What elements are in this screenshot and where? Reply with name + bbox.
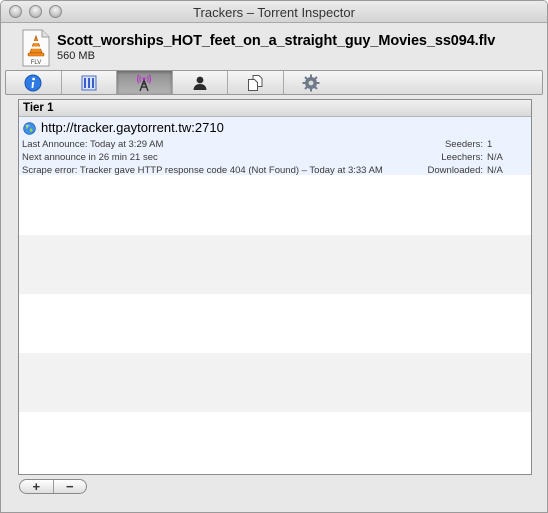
tracker-row[interactable]: http://tracker.gaytorrent.tw:2710 Last A…: [19, 117, 531, 176]
file-type-label: FLV: [31, 60, 42, 66]
empty-row: [19, 294, 531, 353]
leechers-value: N/A: [487, 152, 503, 163]
window-title: Trackers – Torrent Inspector: [193, 5, 355, 20]
empty-row: [19, 353, 531, 412]
tab-info[interactable]: [6, 71, 62, 94]
seeders-value: 1: [487, 139, 493, 150]
empty-row: [19, 176, 531, 235]
tracker-list[interactable]: Tier 1 http://tracker.gaytorrent.tw:2710…: [18, 99, 532, 475]
tab-options[interactable]: [284, 71, 340, 94]
tab-trackers[interactable]: [117, 71, 173, 94]
add-tracker-button[interactable]: +: [20, 480, 53, 493]
tab-peers[interactable]: [173, 71, 228, 94]
last-announce: Last Announce: Today at 3:29 AM: [22, 139, 164, 150]
tier-header: Tier 1: [19, 100, 531, 117]
info-icon: [24, 74, 42, 91]
file-header: FLV Scott_worships_HOT_feet_on_a_straigh…: [1, 24, 547, 68]
peers-icon: [193, 76, 207, 90]
file-size: 560 MB: [57, 50, 95, 62]
remove-tracker-button[interactable]: −: [52, 480, 87, 493]
pieces-icon: [81, 75, 97, 90]
gear-icon: [302, 74, 320, 91]
title-bar[interactable]: Trackers – Torrent Inspector: [1, 1, 547, 23]
tracker-url: http://tracker.gaytorrent.tw:2710: [41, 120, 224, 135]
add-remove-control: + −: [19, 479, 87, 494]
leechers-stat: Leechers: N/A: [441, 152, 505, 163]
next-announce: Next announce in 26 min 21 sec: [22, 152, 158, 163]
seeders-stat: Seeders: 1: [445, 139, 505, 150]
files-icon: [248, 74, 263, 91]
inspector-window: Trackers – Torrent Inspector FLV Scott_w…: [0, 0, 548, 513]
downloaded-label: Downloaded:: [427, 165, 483, 176]
globe-icon: [23, 122, 36, 135]
tab-pieces[interactable]: [62, 71, 117, 94]
downloaded-value: N/A: [487, 165, 503, 176]
leechers-label: Leechers:: [441, 152, 483, 163]
downloaded-stat: Downloaded: N/A: [428, 165, 505, 176]
tab-files[interactable]: [228, 71, 284, 94]
scrape-error: Scrape error: Tracker gave HTTP response…: [22, 165, 383, 176]
empty-rows: [19, 176, 531, 471]
tracker-antenna-icon: [137, 73, 152, 91]
inspector-tab-bar: [5, 70, 543, 95]
seeders-label: Seeders:: [444, 139, 483, 150]
empty-row: [19, 235, 531, 294]
flv-file-icon: FLV: [22, 29, 50, 67]
empty-row: [19, 412, 531, 471]
file-name: Scott_worships_HOT_feet_on_a_straight_gu…: [57, 33, 496, 49]
